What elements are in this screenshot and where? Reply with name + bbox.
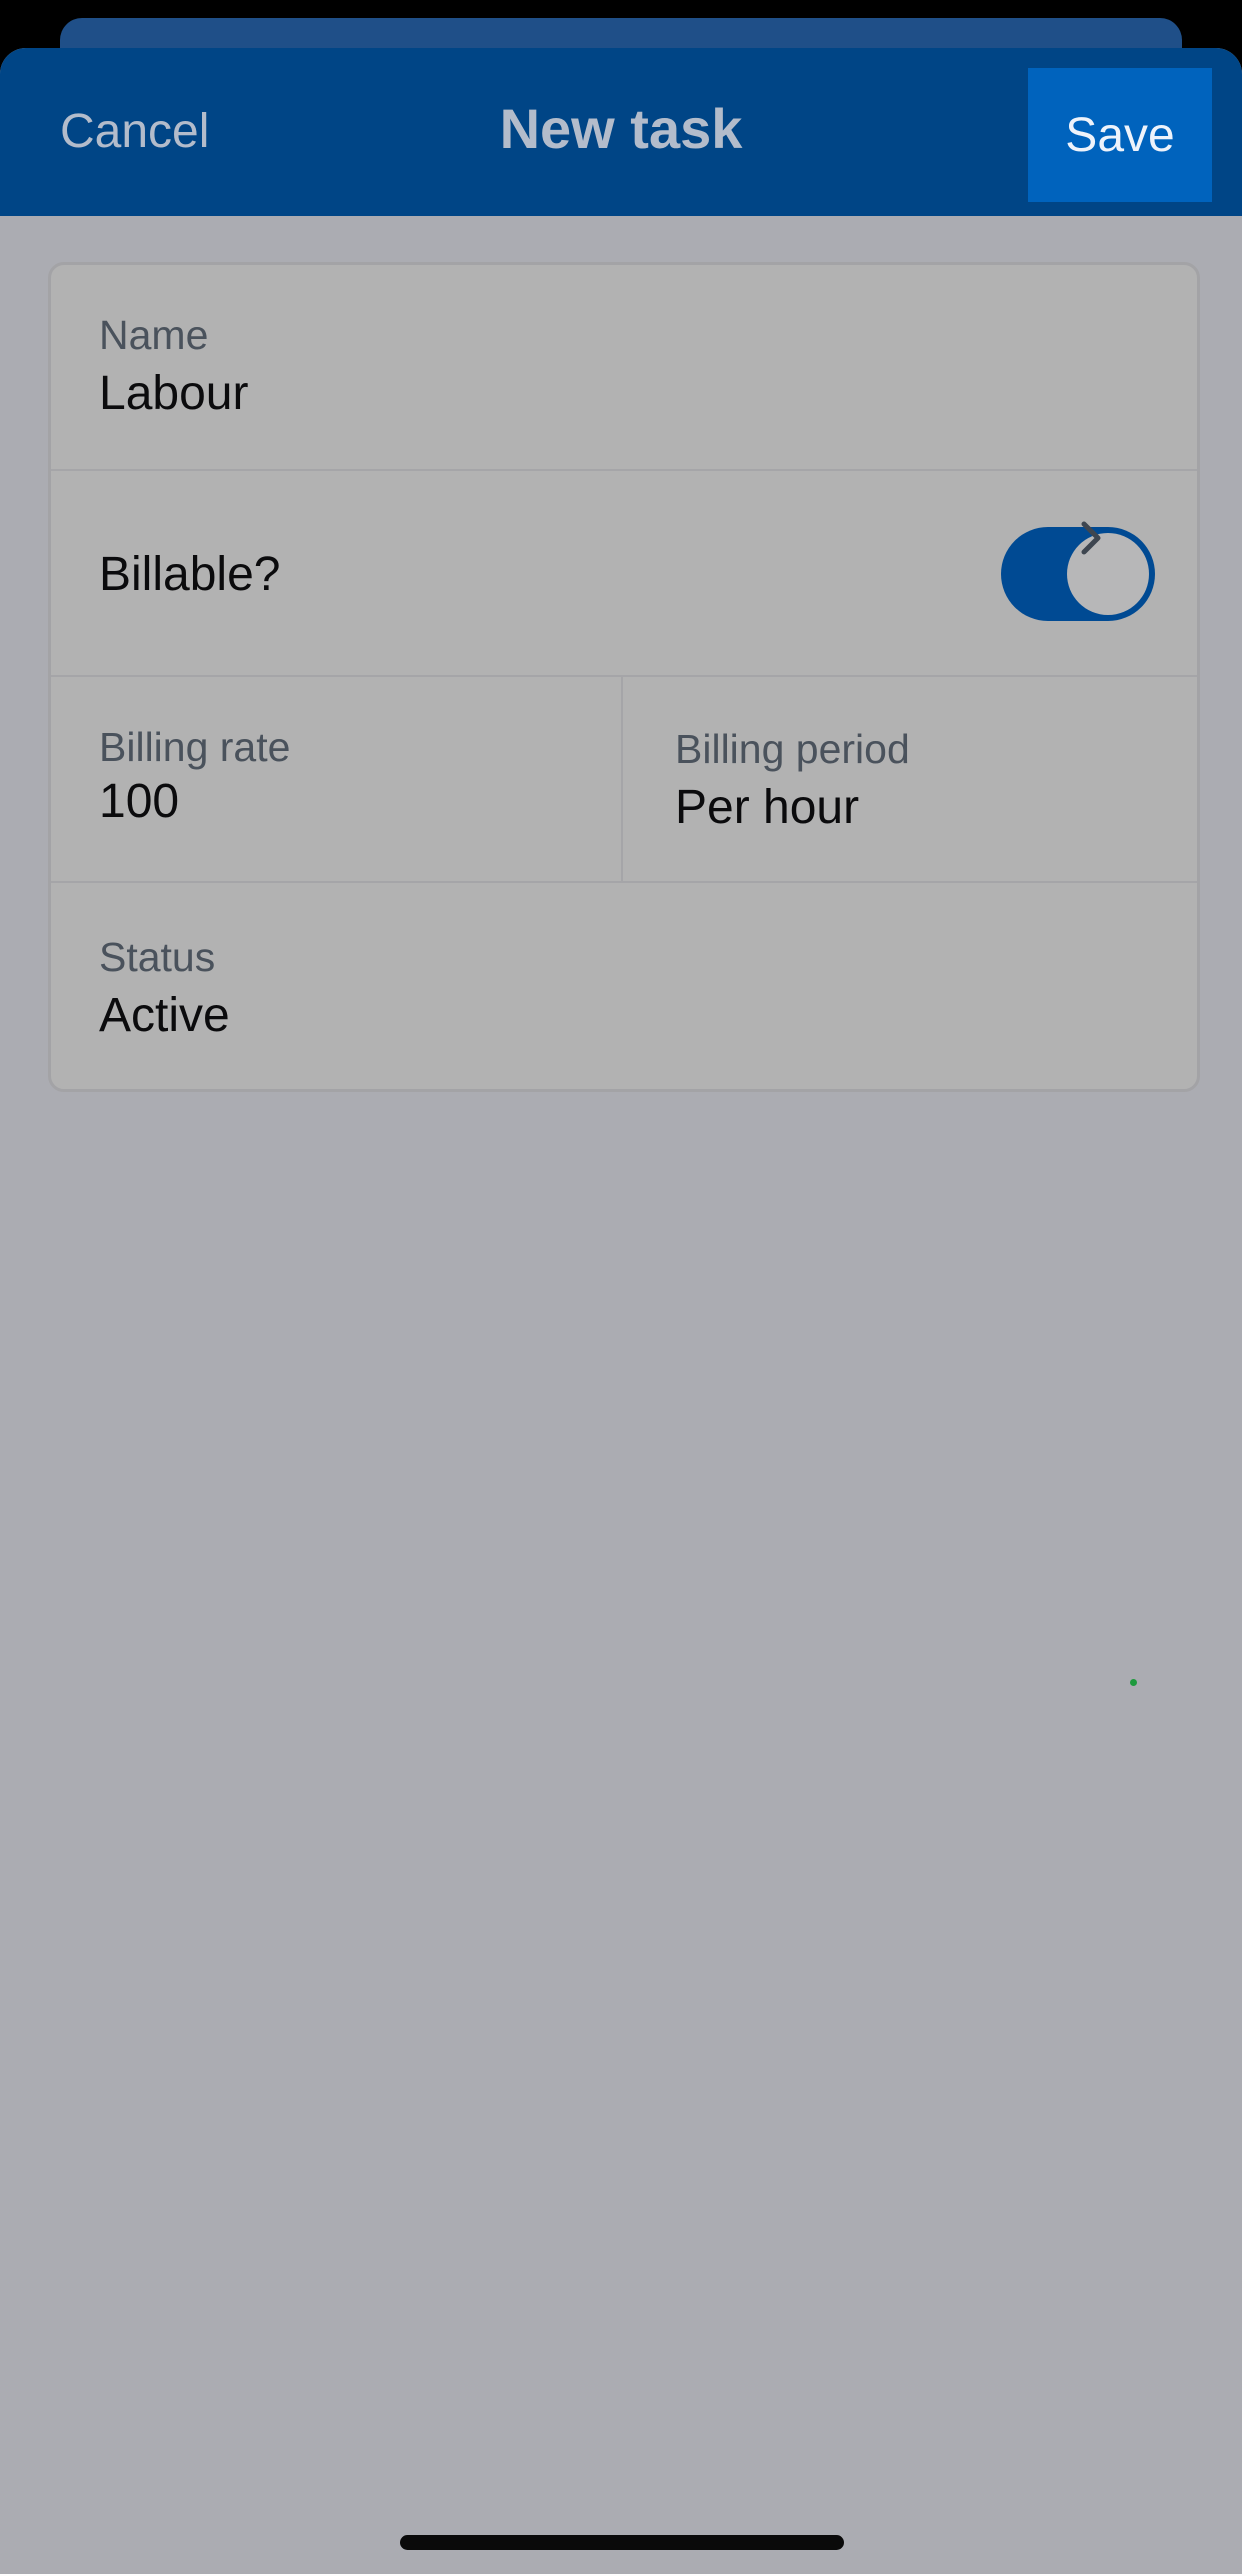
billing-rate-input[interactable]: 100 [99, 773, 179, 831]
status-dot [1130, 1679, 1137, 1686]
status-value: Active [99, 989, 230, 1042]
nav-bar: Cancel New task Save [0, 48, 1242, 216]
save-button[interactable]: Save [1028, 68, 1212, 202]
name-label: Name [99, 312, 209, 358]
chevron-right-icon [1081, 521, 1101, 555]
status-label: Status [99, 934, 216, 980]
billable-label: Billable? [99, 548, 281, 601]
new-task-sheet: Cancel New task Save Name Labour Billabl… [0, 48, 1242, 2574]
billing-rate-label: Billing rate [99, 724, 291, 770]
status-field[interactable]: Status Active [51, 883, 1197, 1089]
billing-period-value: Per hour [675, 781, 860, 834]
billing-row: Billing rate 100 Billing period Per hour [51, 677, 1197, 883]
name-field[interactable]: Name Labour [51, 265, 1197, 471]
billing-period-label: Billing period [675, 726, 910, 772]
name-input[interactable]: Labour [99, 365, 248, 423]
billing-period-field[interactable]: Billing period Per hour [625, 677, 1197, 883]
billing-rate-field[interactable]: Billing rate 100 [51, 677, 623, 883]
task-form: Name Labour Billable? Billing rate 100 B… [48, 262, 1200, 1092]
billable-row: Billable? [51, 471, 1197, 677]
home-indicator [400, 2535, 844, 2550]
